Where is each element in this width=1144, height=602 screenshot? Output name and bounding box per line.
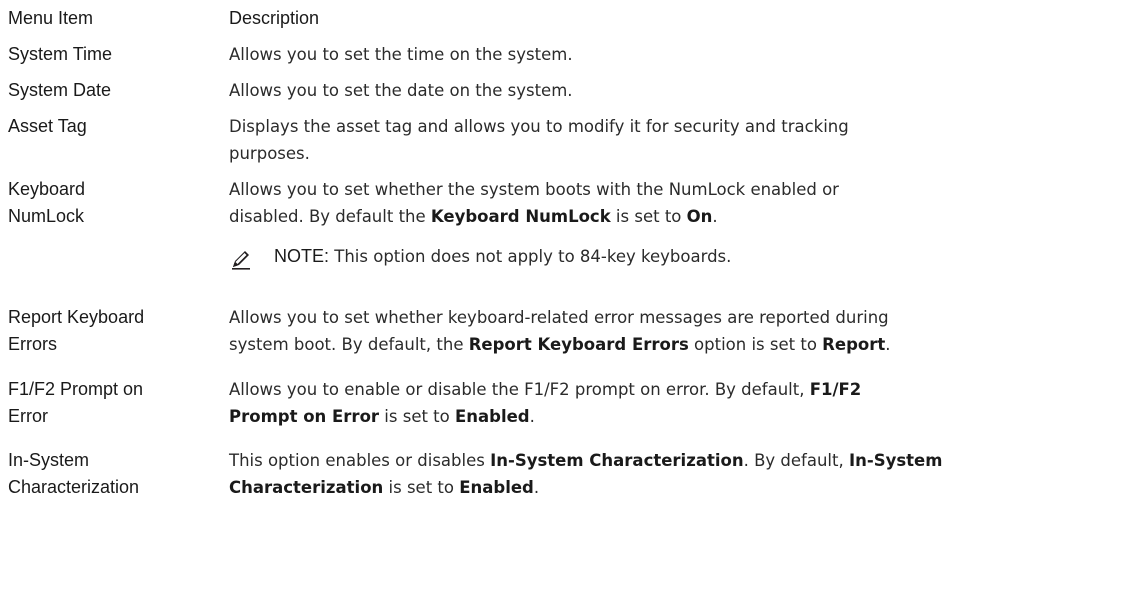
desc-bold: F1/F2 — [809, 380, 862, 399]
desc-text: is set to — [379, 407, 455, 426]
menu-item-description: Allows you to set whether keyboard-relat… — [229, 304, 1141, 358]
menu-item-name: System Time — [8, 44, 113, 64]
desc-bold: Prompt on Error — [229, 407, 380, 426]
item-line: F1/F2 Prompt on — [8, 379, 144, 399]
item-line: In-System — [8, 450, 90, 470]
desc-bold: On — [686, 207, 713, 226]
note-body: This option does not apply to 84-key key… — [329, 247, 732, 266]
item-line: Keyboard — [8, 179, 86, 199]
desc-bold: In-System Characterization — [490, 451, 744, 470]
desc-line: Displays the asset tag and allows you to… — [229, 117, 849, 136]
desc-text: disabled. By default the — [229, 207, 431, 226]
desc-line: Allows you to set whether the system boo… — [229, 180, 839, 199]
note-pencil-icon — [229, 247, 253, 271]
menu-item-description: Allows you to enable or disable the F1/F… — [229, 376, 1141, 430]
desc-text: . — [533, 478, 540, 497]
desc-bold: Enabled — [455, 407, 530, 426]
menu-item-name: F1/F2 Prompt on Error — [8, 376, 198, 430]
desc-bold: Characterization — [229, 478, 384, 497]
desc-bold: Report — [822, 335, 886, 354]
menu-item-description: Allows you to set the date on the system… — [229, 81, 573, 100]
desc-text: This option enables or disables — [229, 451, 491, 470]
header-menu-item: Menu Item — [8, 8, 94, 28]
note-label: NOTE: — [274, 246, 330, 266]
desc-bold: Report Keyboard Errors — [468, 335, 689, 354]
desc-text: is set to — [383, 478, 460, 497]
header-description: Description — [229, 8, 320, 28]
desc-bold: Keyboard NumLock — [430, 207, 611, 226]
desc-bold: In-System — [848, 451, 943, 470]
desc-text: option is set to — [688, 335, 823, 354]
desc-text: is set to — [610, 207, 687, 226]
menu-item-name: In-System Characterization — [8, 447, 198, 501]
menu-item-name: Asset Tag — [8, 116, 87, 136]
desc-text: . By default, — [743, 451, 849, 470]
desc-text: . — [885, 335, 891, 354]
item-line: NumLock — [8, 206, 85, 226]
note-block: NOTE: This option does not apply to 84-k… — [229, 243, 1141, 273]
menu-item-name: Report Keyboard Errors — [8, 304, 198, 358]
menu-item-description: Displays the asset tag and allows you to… — [229, 113, 1141, 167]
menu-item-name: System Date — [8, 80, 112, 100]
desc-line: Allows you to set whether keyboard-relat… — [229, 308, 889, 327]
menu-item-description: Allows you to set the time on the system… — [229, 45, 573, 64]
desc-text: . — [529, 407, 535, 426]
menu-item-description: This option enables or disables In-Syste… — [229, 447, 1141, 501]
desc-text: . — [712, 207, 718, 226]
item-line: Characterization — [8, 477, 140, 497]
desc-text: system boot. By default, the — [229, 335, 469, 354]
desc-bold: Enabled — [459, 478, 534, 497]
menu-item-name: Keyboard NumLock — [8, 176, 198, 230]
item-line: Errors — [8, 334, 57, 354]
desc-line: purposes. — [229, 144, 310, 163]
item-line: Report Keyboard — [8, 307, 145, 327]
desc-text: Allows you to enable or disable the F1/F… — [229, 380, 810, 399]
item-line: Error — [8, 406, 48, 426]
note-text: NOTE: This option does not apply to 84-k… — [274, 243, 731, 270]
menu-item-description: Allows you to set whether the system boo… — [229, 176, 1141, 230]
